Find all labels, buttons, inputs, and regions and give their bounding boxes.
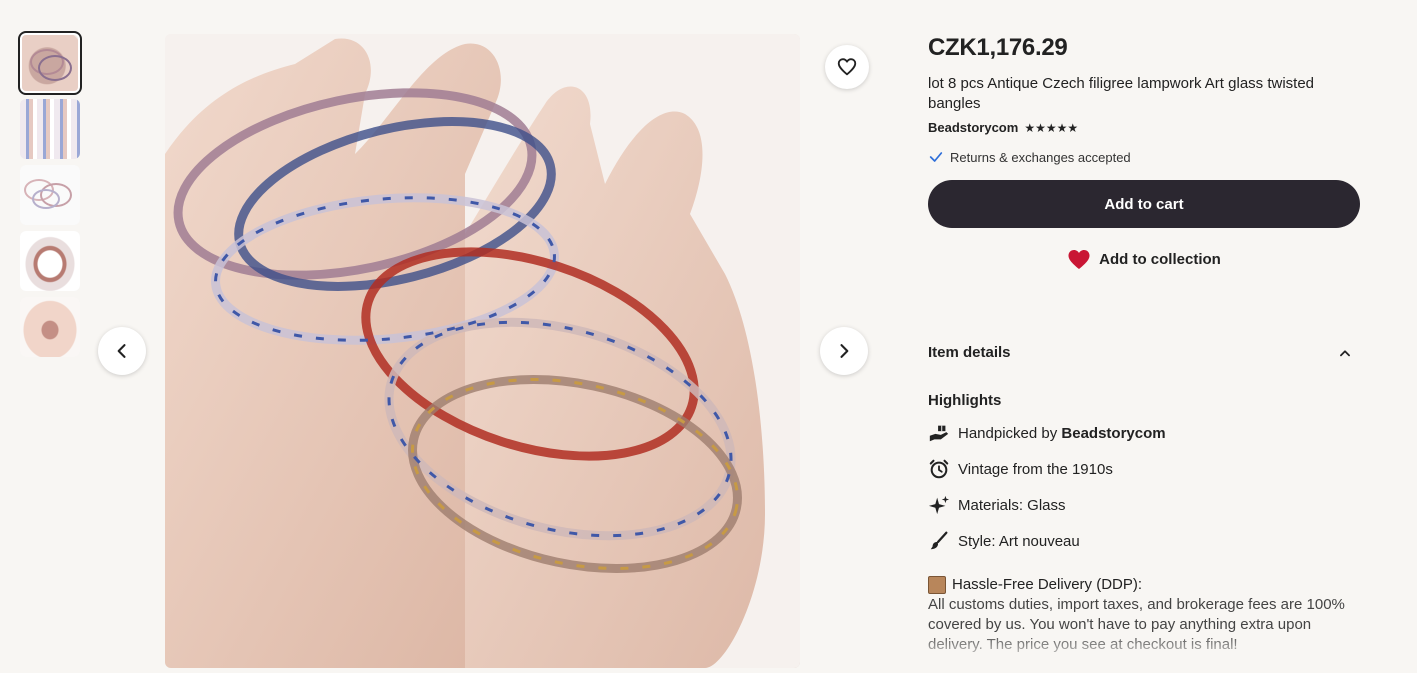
thumbnail-4[interactable]: [20, 231, 80, 291]
returns-text: Returns & exchanges accepted: [950, 149, 1131, 165]
highlight-handpicked: Handpicked by Beadstorycom: [928, 415, 1360, 451]
add-to-collection-label: Add to collection: [1099, 250, 1221, 268]
star-rating: ★★★★★: [1024, 120, 1079, 135]
chevron-up-icon: [1340, 349, 1350, 356]
main-product-image: [165, 34, 800, 668]
package-icon: [928, 576, 946, 594]
chevron-right-icon: [840, 344, 849, 358]
next-image-button[interactable]: [820, 327, 868, 375]
highlights-heading: Highlights: [928, 392, 1002, 409]
thumbnail-5[interactable]: [20, 297, 80, 357]
highlight-shop-link[interactable]: Beadstorycom: [1061, 425, 1165, 442]
checkmark-icon: [929, 152, 943, 162]
thumbnail-2[interactable]: [20, 99, 80, 159]
highlight-vintage: Vintage from the 1910s: [928, 451, 1360, 487]
previous-image-button[interactable]: [98, 327, 146, 375]
ddp-description: All customs duties, import taxes, and br…: [928, 595, 1360, 655]
alarm-clock-icon: [928, 458, 950, 480]
item-details-toggle[interactable]: Item details: [928, 344, 1360, 361]
thumbnail-1[interactable]: [18, 31, 82, 95]
bangles-in-hands-illustration: [165, 34, 800, 668]
highlight-style: Style: Art nouveau: [928, 523, 1360, 559]
paintbrush-icon: [928, 530, 950, 552]
hand-gift-icon: [928, 422, 950, 444]
shop-row: Beadstorycom ★★★★★: [928, 120, 1360, 135]
sparkle-icon: [928, 494, 950, 516]
ddp-title: Hassle-Free Delivery (DDP):: [952, 576, 1143, 593]
highlight-materials-text: Materials: Glass: [958, 496, 1066, 514]
heart-filled-icon: [1068, 250, 1090, 269]
returns-info: Returns & exchanges accepted: [928, 149, 1360, 165]
add-to-cart-button[interactable]: Add to cart: [928, 180, 1360, 228]
highlight-vintage-text: Vintage from the 1910s: [958, 460, 1113, 478]
add-to-collection-button[interactable]: Add to collection: [928, 239, 1360, 279]
listing-info-panel: CZK1,176.29 lot 8 pcs Antique Czech fili…: [928, 34, 1360, 655]
listing-title: lot 8 pcs Antique Czech filigree lampwor…: [928, 75, 1315, 112]
shop-name-link[interactable]: Beadstorycom: [928, 120, 1018, 135]
heart-outline-icon: [837, 58, 857, 76]
highlights-section: Highlights Handpicked by Beadstorycom Vi…: [928, 392, 1360, 559]
highlight-materials: Materials: Glass: [928, 487, 1360, 523]
ddp-section: Hassle-Free Delivery (DDP): All customs …: [928, 575, 1360, 655]
thumbnail-list: [18, 31, 82, 363]
ddp-title-row: Hassle-Free Delivery (DDP):: [928, 575, 1360, 595]
price: CZK1,176.29: [928, 34, 1068, 61]
item-details-heading: Item details: [928, 344, 1011, 361]
highlight-style-text: Style: Art nouveau: [958, 532, 1080, 550]
chevron-left-icon: [117, 344, 126, 358]
favorite-button[interactable]: [825, 45, 869, 89]
thumbnail-3[interactable]: [20, 165, 80, 225]
